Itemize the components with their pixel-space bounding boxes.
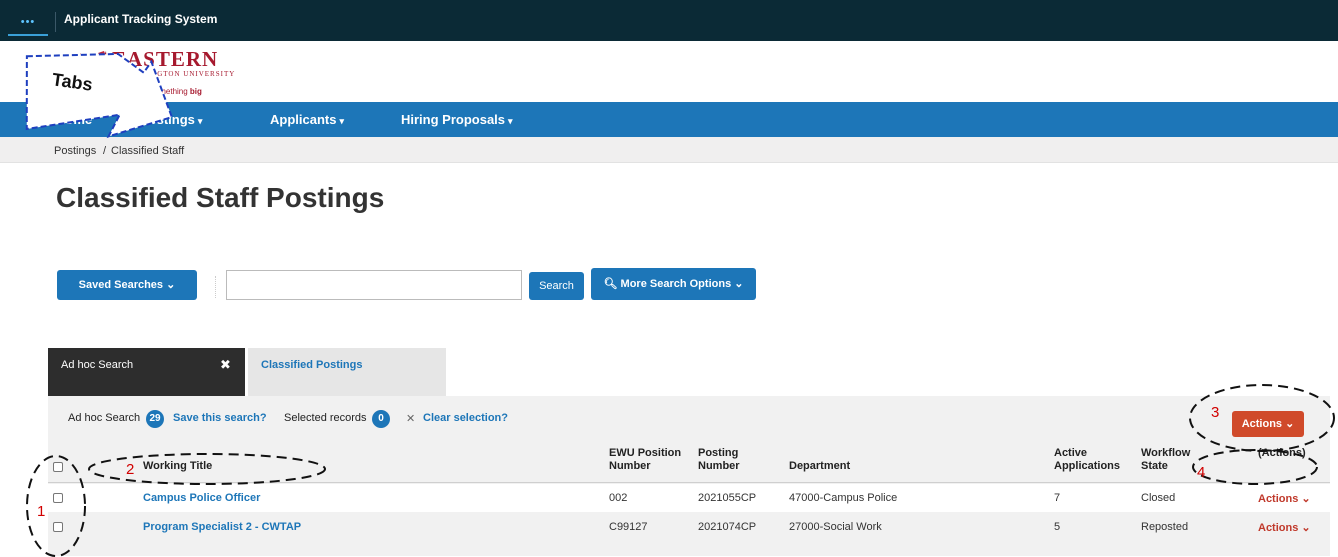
tab-adhoc-label: Ad hoc Search [61,359,134,371]
annotation-number-3: 3 [1211,404,1220,421]
saved-searches-button[interactable]: Saved Searches ⌄ [57,270,197,300]
chevron-down-icon: ⌄ [1285,418,1295,430]
topbar-divider [55,12,56,32]
posting-number-cell: 2021055CP [698,492,757,504]
nav-applicants-label: Applicants [270,112,337,127]
col-ewu-line2: Number [609,460,651,472]
caret-down-icon: ▾ [197,116,203,126]
nav-hiring-label: Hiring Proposals [401,112,506,127]
chevron-down-icon: ⌄ [1301,493,1311,505]
department-cell: 47000-Campus Police [789,492,898,504]
selected-records-label: Selected records [284,412,367,424]
workflow-state-cell: Reposted [1141,521,1189,533]
more-search-options-button[interactable]: 🔍︎ More Search Options ⌄ [591,268,756,300]
breadcrumb: Postings / Classified Staff [0,137,1338,163]
col-active-line2: Applications [1054,460,1121,472]
department-cell: 27000-Social Work [789,521,882,533]
row-actions-label: Actions [1258,522,1299,534]
saved-searches-label: Saved Searches [78,279,164,291]
col-workflow-state[interactable]: Workflow State [1141,447,1190,473]
col-posting-line2: Number [698,460,740,472]
annotation-number-1: 1 [37,503,46,520]
table-row: Program Specialist 2 - CWTAP C99127 2021… [48,513,1330,541]
more-options-label: More Search Options [620,278,732,290]
search-button[interactable]: Search [529,272,584,300]
adhoc-label: Ad hoc Search [68,412,141,424]
chevron-down-icon: ⌄ [1301,522,1311,534]
posting-number-cell: 2021074CP [698,521,757,533]
save-search-link[interactable]: Save this search? [173,412,267,424]
main-nav: Home Postings▾ Applicants▾ Hiring Propos… [0,102,1338,137]
active-applications-cell: 5 [1054,521,1061,533]
actions-label: Actions [1241,418,1283,430]
col-actions: (Actions) [1258,447,1306,459]
page-title: Classified Staff Postings [56,182,385,213]
selected-count-badge: 0 [372,410,390,428]
result-count-badge: 29 [146,410,164,428]
posting-title-link[interactable]: Campus Police Officer [143,492,260,504]
col-workflow-line1: Workflow [1141,447,1191,459]
caret-down-icon: ▾ [508,116,513,126]
col-ewu-line1: EWU Position [609,447,682,459]
col-working-title[interactable]: Working Title [143,460,212,473]
apps-menu-icon[interactable]: ••• [8,14,48,36]
chevron-down-icon: ⌄ [734,278,744,290]
row-actions-menu[interactable]: Actions ⌄ [1258,492,1311,505]
chevron-down-icon: ⌄ [166,279,176,291]
annotation-number-2: 2 [126,461,135,478]
annotation-number-4: 4 [1197,464,1206,481]
header-divider [48,482,1330,483]
tabs-callout-arrow [25,52,174,139]
bulk-actions-button[interactable]: Actions ⌄ [1232,411,1304,437]
select-all-checkbox[interactable] [53,462,63,472]
row-actions-menu[interactable]: Actions ⌄ [1258,521,1311,534]
col-posting-number[interactable]: Posting Number [698,447,740,473]
top-bar: ••• Applicant Tracking System [0,0,1338,41]
table-row: Campus Police Officer 002 2021055CP 4700… [48,484,1330,512]
row-actions-label: Actions [1258,493,1299,505]
col-workflow-line2: State [1141,460,1168,472]
workflow-state-cell: Closed [1141,492,1176,504]
clear-selection-link[interactable]: Clear selection? [423,412,508,424]
col-posting-line1: Posting [698,447,739,459]
col-department[interactable]: Department [789,460,850,473]
close-icon[interactable]: ✖ [220,357,231,373]
search-icon: 🔍︎ [603,278,618,290]
row-checkbox[interactable] [53,493,63,503]
toolbar-divider [215,276,216,298]
col-ewu-position[interactable]: EWU Position Number [609,447,681,473]
clear-x-icon[interactable]: ✕ [406,412,415,425]
caret-down-icon: ▾ [339,116,344,126]
ewu-position-cell: 002 [609,492,628,504]
tab-classified-postings[interactable]: Classified Postings [248,348,446,396]
app-title: Applicant Tracking System [64,12,218,26]
active-applications-cell: 7 [1054,492,1061,504]
col-active-line1: Active [1054,447,1088,459]
search-input[interactable] [226,270,522,300]
tab-classified-label: Classified Postings [261,359,363,371]
tab-adhoc-search[interactable]: Ad hoc Search ✖ [48,348,245,396]
ewu-position-cell: C99127 [609,521,648,533]
row-checkbox[interactable] [53,522,63,532]
col-active-applications[interactable]: Active Applications [1054,447,1120,473]
nav-applicants[interactable]: Applicants ▾ [270,112,344,127]
nav-hiring-proposals[interactable]: Hiring Proposals ▾ [401,112,513,127]
posting-title-link[interactable]: Program Specialist 2 - CWTAP [143,521,301,533]
